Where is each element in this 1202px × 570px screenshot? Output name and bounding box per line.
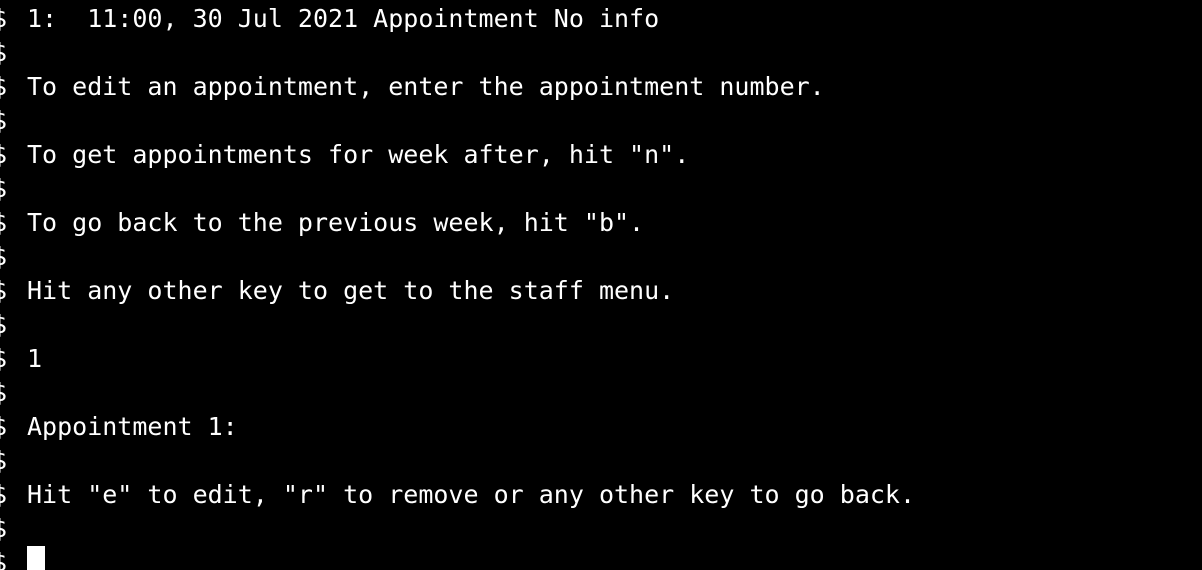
- terminal-window[interactable]: $ 1: 11:00, 30 Jul 2021 Appointment No i…: [0, 0, 1202, 570]
- line-marker: $: [0, 36, 12, 70]
- terminal-line: $: [0, 444, 1202, 478]
- line-marker: $: [0, 478, 12, 512]
- terminal-line: $ To go back to the previous week, hit "…: [0, 206, 1202, 240]
- line-marker: $: [0, 376, 12, 410]
- line-marker: $: [0, 172, 12, 206]
- line-marker: $: [0, 546, 12, 570]
- line-marker: $: [0, 206, 12, 240]
- line-text: Hit "e" to edit, "r" to remove or any ot…: [27, 480, 916, 509]
- terminal-line: $ To edit an appointment, enter the appo…: [0, 70, 1202, 104]
- terminal-input-line[interactable]: $: [0, 546, 1202, 570]
- line-marker: $: [0, 104, 12, 138]
- terminal-line: $: [0, 104, 1202, 138]
- text-cursor: [27, 546, 45, 570]
- line-text: Appointment 1:: [27, 412, 238, 441]
- line-text: To edit an appointment, enter the appoin…: [27, 72, 825, 101]
- terminal-line: $ 1: [0, 342, 1202, 376]
- line-text: Hit any other key to get to the staff me…: [27, 276, 675, 305]
- terminal-line: $ To get appointments for week after, hi…: [0, 138, 1202, 172]
- line-marker: $: [0, 444, 12, 478]
- line-text: To get appointments for week after, hit …: [27, 140, 690, 169]
- line-marker: $: [0, 410, 12, 444]
- terminal-line: $ Appointment 1:: [0, 410, 1202, 444]
- terminal-line: $: [0, 36, 1202, 70]
- line-text: 1: 11:00, 30 Jul 2021 Appointment No inf…: [27, 4, 660, 33]
- terminal-line: $ Hit "e" to edit, "r" to remove or any …: [0, 478, 1202, 512]
- line-marker: $: [0, 274, 12, 308]
- terminal-line: $: [0, 308, 1202, 342]
- terminal-line: $ Hit any other key to get to the staff …: [0, 274, 1202, 308]
- line-marker: $: [0, 342, 12, 376]
- line-marker: $: [0, 512, 12, 546]
- line-marker: $: [0, 2, 12, 36]
- line-text: 1: [27, 344, 43, 373]
- line-text: To go back to the previous week, hit "b"…: [27, 208, 645, 237]
- line-marker: $: [0, 240, 12, 274]
- line-marker: $: [0, 308, 12, 342]
- terminal-line: $: [0, 512, 1202, 546]
- line-marker: $: [0, 70, 12, 104]
- terminal-line: $: [0, 240, 1202, 274]
- line-marker: $: [0, 138, 12, 172]
- terminal-line: $ 1: 11:00, 30 Jul 2021 Appointment No i…: [0, 2, 1202, 36]
- terminal-line: $: [0, 376, 1202, 410]
- terminal-line: $: [0, 172, 1202, 206]
